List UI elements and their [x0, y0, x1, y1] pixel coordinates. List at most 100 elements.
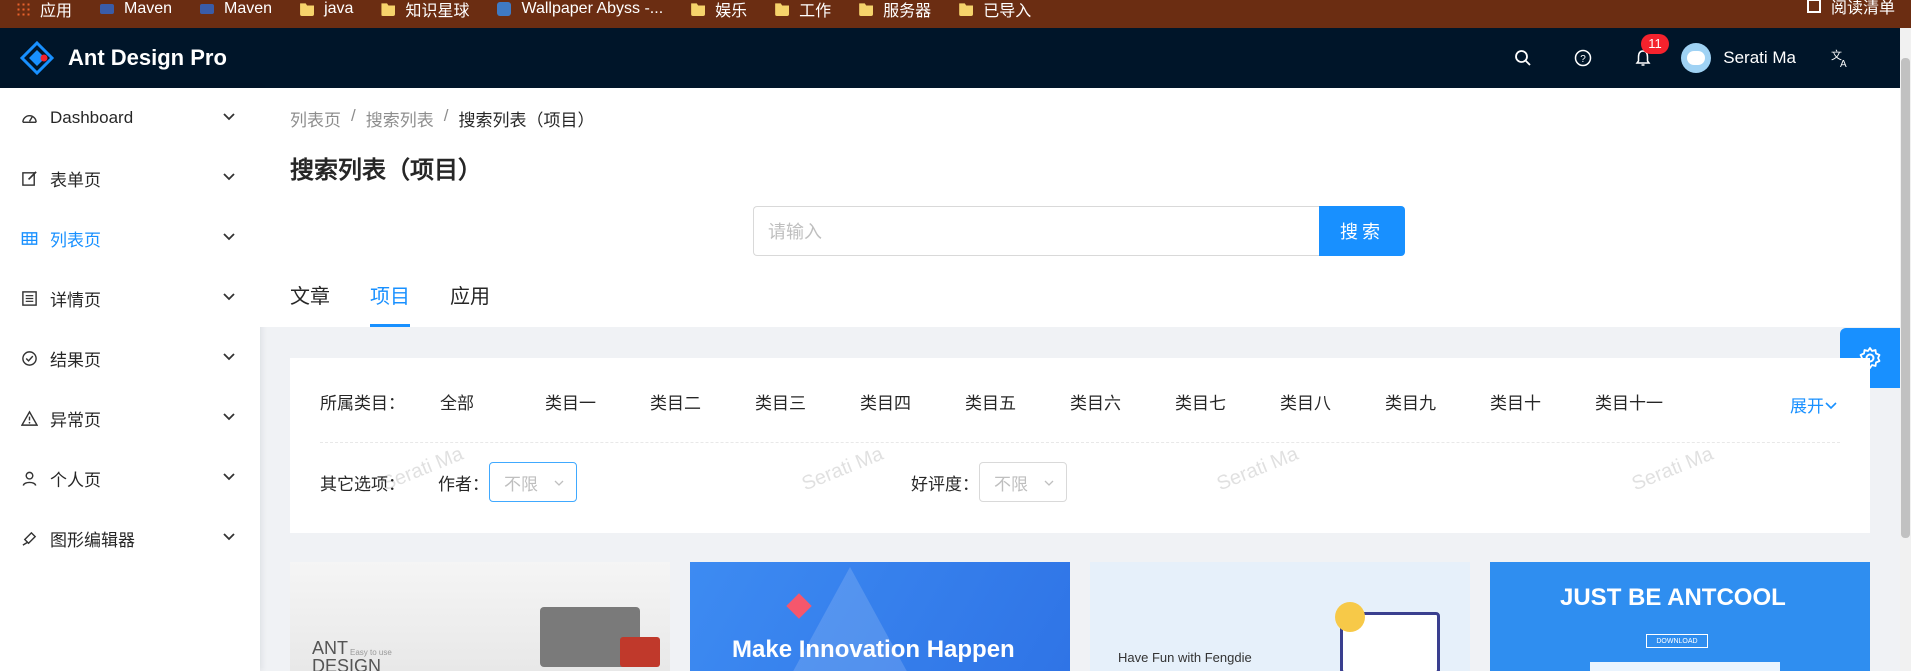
search-icon[interactable] — [1493, 28, 1553, 88]
user-name: Serati Ma — [1723, 48, 1796, 67]
chevron-down-icon — [1825, 402, 1837, 410]
chevron-down-icon — [223, 293, 235, 301]
bookmark-gongzuo[interactable]: 工作 — [775, 0, 831, 21]
project-card[interactable]: Have Fun with Fengdie — [1090, 562, 1470, 671]
user-menu[interactable]: Serati Ma — [1673, 43, 1820, 73]
sidebar-item-list[interactable]: 列表页 — [0, 208, 260, 268]
card-download-button: DOWNLOAD — [1646, 634, 1708, 648]
card-cover-block — [620, 637, 660, 667]
project-card[interactable]: ANT DESIGN Easy to use — [290, 562, 670, 671]
tab-applications[interactable]: 应用 — [450, 278, 490, 327]
chevron-down-icon — [223, 473, 235, 481]
tabs: 文章 项目 应用 — [290, 278, 530, 327]
logo[interactable]: Ant Design Pro — [0, 40, 227, 76]
bookmark-imported[interactable]: 已导入 — [959, 0, 1031, 21]
sidebar-item-dashboard[interactable]: Dashboard — [0, 88, 260, 148]
card-cover-text: JUST BE ANTCOOL — [1560, 584, 1786, 611]
card-cover-block — [1335, 602, 1365, 632]
rating-select[interactable]: 不限 — [979, 462, 1067, 502]
page-header: 列表页 / 搜索列表 / 搜索列表（项目） 搜索列表（项目） 请输入 搜索 文章… — [260, 88, 1900, 327]
category-tag[interactable]: 类目九 — [1385, 389, 1490, 414]
reading-list[interactable]: 阅读清单 — [1806, 0, 1895, 18]
sidebar-item-profile[interactable]: 详情页 — [0, 268, 260, 328]
category-tag[interactable]: 全部 — [440, 389, 545, 414]
notification-badge: 11 — [1641, 34, 1669, 54]
wallpaper-icon — [497, 2, 512, 16]
project-card[interactable]: JUST BE ANTCOOL DOWNLOAD — [1490, 562, 1870, 671]
chevron-down-icon — [1044, 480, 1054, 486]
svg-text:?: ? — [1580, 54, 1586, 65]
bookmark-server[interactable]: 服务器 — [859, 0, 931, 21]
chevron-down-icon — [223, 533, 235, 541]
breadcrumb-item[interactable]: 搜索列表 — [366, 106, 434, 131]
card-cover-shape — [786, 593, 812, 619]
bookmark-yule[interactable]: 娱乐 — [691, 0, 747, 21]
divider — [320, 442, 1840, 443]
warning-icon — [20, 409, 38, 427]
table-icon — [20, 229, 38, 247]
search-input[interactable]: 请输入 — [753, 206, 1319, 256]
sidebar-item-result[interactable]: 结果页 — [0, 328, 260, 388]
folder-icon — [775, 3, 790, 16]
bookmark-apps[interactable]: 应用 — [16, 0, 72, 21]
user-icon — [20, 469, 38, 487]
folder-icon — [300, 3, 315, 16]
app-title: Ant Design Pro — [68, 45, 227, 70]
page-title: 搜索列表（项目） — [290, 157, 482, 184]
profile-icon — [20, 289, 38, 307]
notification-bell-icon[interactable]: 11 — [1613, 28, 1673, 88]
scrollbar-thumb[interactable] — [1901, 58, 1910, 538]
chevron-down-icon — [223, 413, 235, 421]
top-header: Ant Design Pro ? 11 Serati Ma 文A — [0, 28, 1900, 88]
help-icon[interactable]: ? — [1553, 28, 1613, 88]
other-options: 其它选项： 作者： 不限 好评度： 不限 — [320, 462, 1067, 502]
apps-icon — [16, 2, 30, 16]
sidebar-item-editor[interactable]: 图形编辑器 — [0, 508, 260, 568]
chevron-down-icon — [223, 353, 235, 361]
bookmark-wallpaper[interactable]: Wallpaper Abyss -... — [497, 0, 663, 18]
folder-icon — [859, 3, 874, 16]
project-card[interactable]: Make Innovation Happen — [690, 562, 1070, 671]
category-tag[interactable]: 类目十一 — [1595, 389, 1700, 414]
sidebar-item-exception[interactable]: 异常页 — [0, 388, 260, 448]
chevron-down-icon — [554, 480, 564, 486]
breadcrumb-item[interactable]: 列表页 — [290, 106, 341, 131]
bookmark-java[interactable]: java — [300, 0, 353, 18]
bookmark-maven-2[interactable]: Maven — [200, 0, 272, 18]
maven-icon — [200, 4, 215, 14]
rating-label: 好评度： — [911, 474, 979, 494]
tab-projects[interactable]: 项目 — [370, 278, 410, 327]
reading-list-icon — [1806, 0, 1821, 13]
category-tag[interactable]: 类目八 — [1280, 389, 1385, 414]
category-tag[interactable]: 类目七 — [1175, 389, 1280, 414]
bookmark-zhishi[interactable]: 知识星球 — [381, 0, 469, 21]
ant-logo-icon — [19, 40, 55, 76]
expand-link[interactable]: 展开 — [1790, 392, 1838, 417]
category-tag[interactable]: 类目六 — [1070, 389, 1175, 414]
sidebar-item-account[interactable]: 个人页 — [0, 448, 260, 508]
translate-icon[interactable]: 文A — [1820, 48, 1860, 68]
category-tag[interactable]: 类目三 — [755, 389, 860, 414]
category-tag[interactable]: 类目十 — [1490, 389, 1595, 414]
sidebar-item-form[interactable]: 表单页 — [0, 148, 260, 208]
category-tag[interactable]: 类目二 — [650, 389, 755, 414]
scrollbar[interactable] — [1900, 28, 1911, 671]
breadcrumb-current: 搜索列表（项目） — [458, 111, 595, 130]
author-select[interactable]: 不限 — [489, 462, 577, 502]
bookmarks-bar: 应用 Maven Maven java 知识星球 Wallpaper Abyss… — [0, 0, 1911, 28]
bookmark-maven-1[interactable]: Maven — [100, 0, 172, 18]
card-cover-block — [1590, 662, 1780, 671]
category-tag[interactable]: 类目五 — [965, 389, 1070, 414]
search-bar: 请输入 搜索 — [753, 206, 1405, 256]
folder-icon — [691, 3, 706, 16]
card-cover-text: Have Fun with Fengdie — [1118, 650, 1252, 665]
highlight-icon — [20, 529, 38, 547]
category-tag[interactable]: 类目四 — [860, 389, 965, 414]
chevron-down-icon — [223, 113, 235, 121]
category-tag[interactable]: 类目一 — [545, 389, 650, 414]
card-cover-text: DESIGN — [312, 656, 382, 671]
search-button[interactable]: 搜索 — [1319, 206, 1405, 256]
tab-articles[interactable]: 文章 — [290, 278, 330, 327]
avatar — [1681, 43, 1712, 73]
watermark: Serati Ma — [1213, 442, 1302, 496]
